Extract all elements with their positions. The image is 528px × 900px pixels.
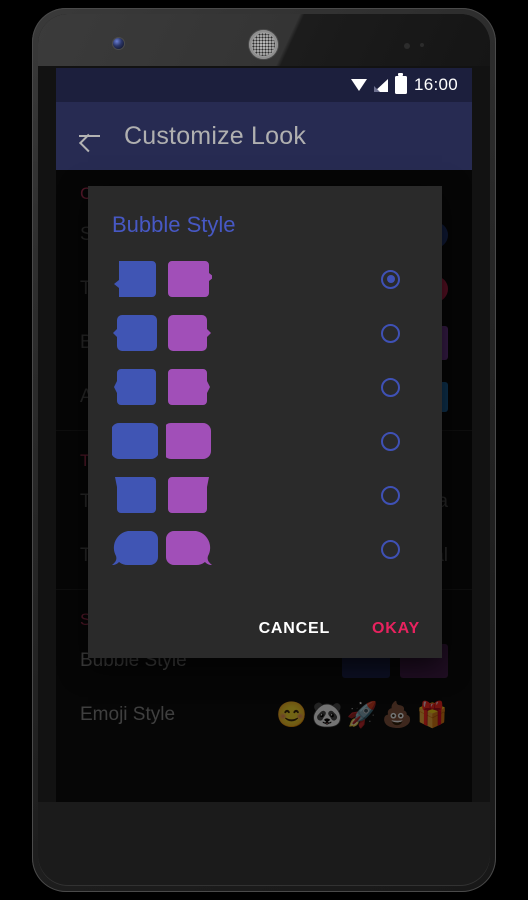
phone-device: 16:00 Customize Look Colors Sent Message… [0,0,528,900]
bubble-sent-oval-tail-icon [112,531,158,566]
cancel-button[interactable]: CANCEL [255,614,334,644]
option-preview [112,529,212,569]
earpiece-speaker-icon [249,30,278,59]
proximity-sensor-icon [404,43,410,49]
option-row-bracket-notch[interactable] [88,360,442,414]
option-preview [112,421,212,461]
bubble-sent-rounded-plain-icon [112,423,158,459]
ambient-light-sensor-icon [420,43,424,47]
front-camera-icon [113,38,124,49]
option-preview [112,259,212,299]
option-row-rounded-tail[interactable] [88,306,442,360]
back-arrow-icon[interactable] [78,124,102,148]
bubble-sent-rounded-tail-icon [113,315,157,351]
option-row-square-top-tail[interactable] [88,468,442,522]
radio-option-6[interactable] [381,539,400,559]
status-bar: 16:00 [56,68,472,102]
bubble-received-notched-flat-icon [168,261,212,297]
radio-option-3[interactable] [381,377,400,397]
cell-signal-icon [373,78,388,92]
option-row-oval-tail[interactable] [88,522,442,576]
bubble-received-rounded-tail-icon [168,315,211,351]
radio-option-1[interactable] [381,269,400,289]
option-preview [112,313,212,353]
device-bezel-bottom [38,802,490,886]
bubble-received-rounded-plain-icon [166,423,211,459]
bubble-received-square-top-tail-icon [168,477,209,513]
bubble-sent-bracket-notch-icon [114,369,156,405]
bubble-received-oval-tail-icon [166,531,212,566]
wifi-icon [350,79,367,91]
option-row-notched-flat[interactable] [88,252,442,306]
bubble-sent-square-top-tail-icon [115,477,156,513]
option-row-rounded-plain[interactable] [88,414,442,468]
status-icons: 16:00 [350,73,458,95]
battery-icon [394,73,407,94]
phone-screen: 16:00 Customize Look Colors Sent Message… [56,68,472,802]
dialog-title: Bubble Style [112,212,236,237]
bubble-style-options [88,238,442,576]
page-title: Customize Look [124,121,307,150]
bubble-style-dialog: Bubble Style CANCEL OKAY [88,186,442,658]
bubble-sent-notched-flat-icon [114,261,156,297]
radio-option-4[interactable] [381,431,400,451]
status-clock: 16:00 [413,75,458,94]
bubble-received-bracket-notch-icon [168,369,210,405]
app-bar: Customize Look [56,102,472,170]
dialog-actions: CANCEL OKAY [255,614,424,644]
okay-button[interactable]: OKAY [368,614,424,644]
radio-option-2[interactable] [381,323,400,343]
option-preview [112,367,212,407]
radio-option-5[interactable] [381,485,400,505]
option-preview [112,475,212,515]
